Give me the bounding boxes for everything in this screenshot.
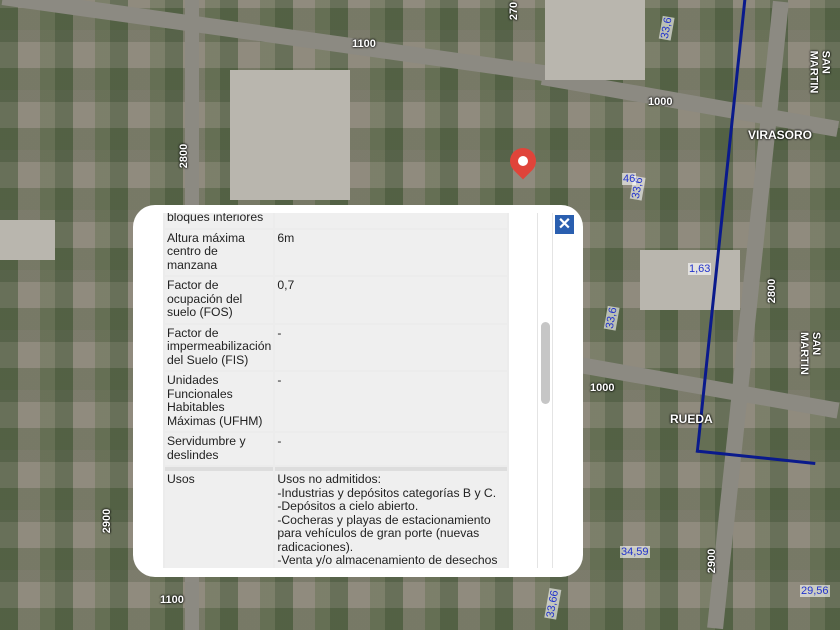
row-key: Factor de impermeabilización del Suelo (… (165, 324, 274, 370)
street-label: 2800 (178, 143, 191, 169)
street-label: 2800 (766, 278, 779, 304)
row-key: Unidades Funcionales Habitables Máximas … (165, 372, 274, 431)
row-value (275, 213, 507, 228)
street-label: 2900 (706, 548, 719, 574)
table-row: Servidumbre y deslindes - (165, 433, 507, 465)
street-label: 1100 (160, 594, 184, 606)
table-row: bloques interiores (165, 213, 507, 228)
row-value: - (275, 324, 507, 370)
street-label: SAN MARTIN (807, 50, 832, 94)
parcel-label: 29,56 (800, 585, 830, 597)
row-key: bloques interiores (165, 213, 274, 228)
row-key: Factor de ocupación del suelo (FOS) (165, 277, 274, 323)
parcel-label: 33,6 (603, 305, 620, 331)
parcel-label: 34,59 (620, 546, 650, 558)
zoning-table: bloques interiores Altura máxima centro d… (163, 213, 509, 568)
street-label: 1000 (648, 96, 673, 108)
street-label: VIRASORO (748, 128, 813, 142)
row-value: - (275, 372, 507, 431)
row-value: Usos no admitidos: -Industrias y depósit… (275, 467, 507, 568)
row-key: Usos (165, 467, 274, 568)
parcel-label: 1,63 (688, 263, 712, 275)
street-label: RUEDA (670, 412, 713, 426)
street-label: SAN MARTIN (798, 332, 822, 375)
info-popup: bloques interiores Altura máxima centro d… (133, 205, 583, 577)
building (0, 220, 55, 260)
table-row: Unidades Funcionales Habitables Máximas … (165, 372, 507, 431)
table-row: Usos Usos no admitidos: -Industrias y dep… (165, 467, 507, 568)
street-label: 270 (508, 1, 521, 21)
table-row: Factor de ocupación del suelo (FOS) 0,7 (165, 277, 507, 323)
street-label: 1100 (352, 38, 376, 50)
parcel-label: 46 (622, 173, 637, 185)
row-value: 0,7 (275, 277, 507, 323)
scrollbar-thumb[interactable] (541, 322, 550, 404)
row-value: - (275, 433, 507, 465)
street-label: 2900 (101, 508, 114, 534)
parcel-label: 33,66 (544, 588, 562, 620)
close-button[interactable]: ✕ (555, 215, 574, 234)
close-icon: ✕ (557, 216, 572, 233)
row-value: 6m (275, 229, 507, 275)
row-key: Servidumbre y deslindes (165, 433, 274, 465)
building (545, 0, 645, 80)
popup-content: bloques interiores Altura máxima centro d… (163, 213, 509, 568)
table-row: Factor de impermeabilización del Suelo (… (165, 324, 507, 370)
row-key: Altura máxima centro de manzana (165, 229, 274, 275)
parcel-label: 33,6 (658, 15, 675, 41)
street-label: 1000 (590, 382, 615, 394)
table-row: Altura máxima centro de manzana 6m (165, 229, 507, 275)
building (230, 70, 350, 200)
